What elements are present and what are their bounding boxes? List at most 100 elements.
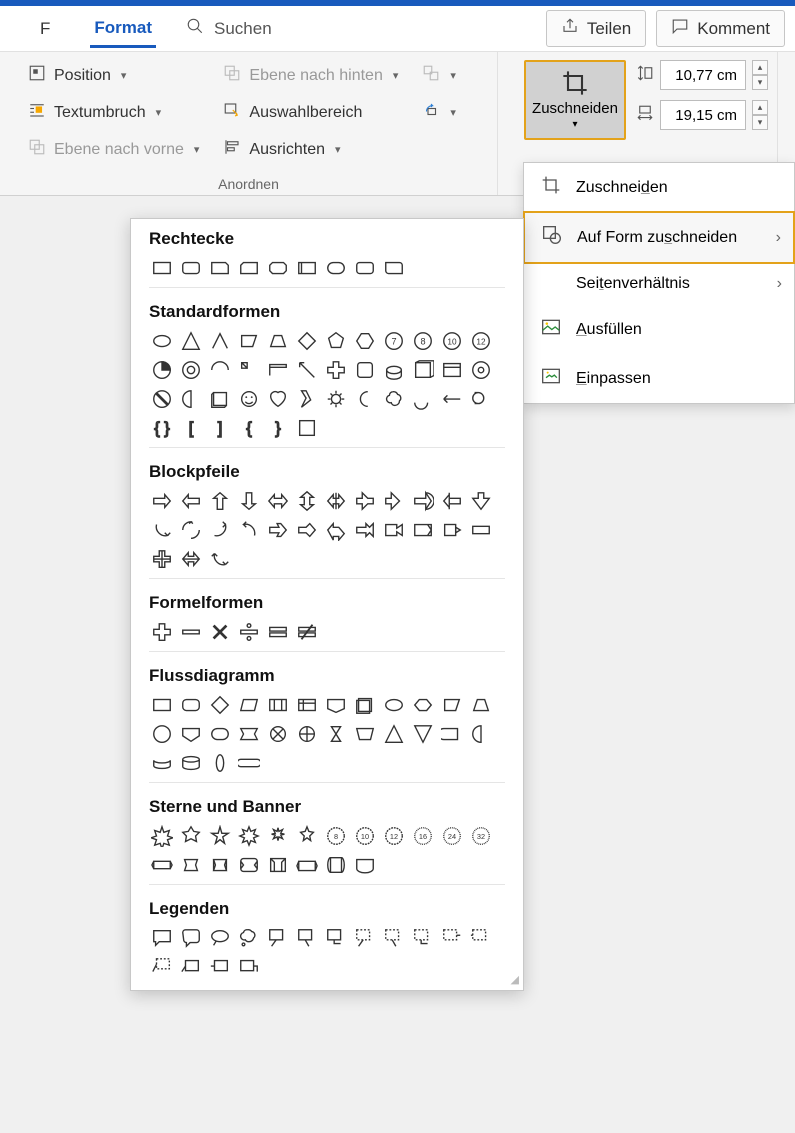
shape-standardformen-4[interactable] xyxy=(265,328,291,354)
shape-legenden-0[interactable] xyxy=(149,925,175,951)
shape-sterne-15[interactable] xyxy=(236,852,262,878)
shape-blockpfeile-18[interactable] xyxy=(323,517,349,543)
shape-flussdiagramm-20[interactable] xyxy=(381,721,407,747)
shape-standardformen-30[interactable] xyxy=(323,386,349,412)
shape-standardformen-36[interactable]: { } xyxy=(149,415,175,441)
shape-standardformen-32[interactable] xyxy=(381,386,407,412)
shape-blockpfeile-19[interactable] xyxy=(352,517,378,543)
shape-standardformen-23[interactable] xyxy=(468,357,494,383)
height-input[interactable] xyxy=(660,60,746,90)
shape-legenden-14[interactable] xyxy=(207,954,233,980)
shape-flussdiagramm-7[interactable] xyxy=(352,692,378,718)
shape-formelformen-2[interactable] xyxy=(207,619,233,645)
shape-sterne-10[interactable]: 24 xyxy=(439,823,465,849)
shape-rechtecke-4[interactable] xyxy=(265,255,291,281)
shape-sterne-14[interactable] xyxy=(207,852,233,878)
shape-legenden-3[interactable] xyxy=(236,925,262,951)
shape-standardformen-22[interactable] xyxy=(439,357,465,383)
shape-blockpfeile-15[interactable] xyxy=(236,517,262,543)
shape-blockpfeile-20[interactable] xyxy=(381,517,407,543)
shape-standardformen-2[interactable] xyxy=(207,328,233,354)
shape-flussdiagramm-10[interactable] xyxy=(439,692,465,718)
shape-standardformen-0[interactable] xyxy=(149,328,175,354)
shape-flussdiagramm-1[interactable] xyxy=(178,692,204,718)
width-box[interactable]: ▴▾ xyxy=(636,100,768,130)
shape-legenden-7[interactable] xyxy=(352,925,378,951)
shape-flussdiagramm-27[interactable] xyxy=(236,750,262,776)
shape-blockpfeile-6[interactable] xyxy=(323,488,349,514)
shape-blockpfeile-0[interactable] xyxy=(149,488,175,514)
rotate-button[interactable]: ▾ xyxy=(420,97,458,128)
shape-flussdiagramm-5[interactable] xyxy=(294,692,320,718)
shape-standardformen-29[interactable] xyxy=(294,386,320,412)
shape-blockpfeile-3[interactable] xyxy=(236,488,262,514)
shape-standardformen-28[interactable] xyxy=(265,386,291,412)
shape-blockpfeile-7[interactable] xyxy=(352,488,378,514)
shape-rechtecke-3[interactable] xyxy=(236,255,262,281)
shape-standardformen-17[interactable] xyxy=(294,357,320,383)
shape-flussdiagramm-3[interactable] xyxy=(236,692,262,718)
width-input[interactable] xyxy=(660,100,746,130)
shape-flussdiagramm-6[interactable] xyxy=(323,692,349,718)
shape-legenden-15[interactable] xyxy=(236,954,262,980)
shape-blockpfeile-5[interactable] xyxy=(294,488,320,514)
shape-blockpfeile-1[interactable] xyxy=(178,488,204,514)
shape-flussdiagramm-16[interactable] xyxy=(265,721,291,747)
shape-rechtecke-7[interactable] xyxy=(352,255,378,281)
shape-standardformen-33[interactable] xyxy=(410,386,436,412)
shape-standardformen-7[interactable] xyxy=(352,328,378,354)
shape-sterne-8[interactable]: 12 xyxy=(381,823,407,849)
crop-split-button[interactable]: Zuschneiden ▾ xyxy=(524,60,626,140)
shape-sterne-1[interactable] xyxy=(178,823,204,849)
shape-flussdiagramm-21[interactable] xyxy=(410,721,436,747)
shape-standardformen-11[interactable]: 12 xyxy=(468,328,494,354)
shape-blockpfeile-10[interactable] xyxy=(439,488,465,514)
shape-legenden-4[interactable] xyxy=(265,925,291,951)
height-up[interactable]: ▴ xyxy=(752,60,768,75)
shape-sterne-18[interactable] xyxy=(323,852,349,878)
shape-standardformen-38[interactable]: ] xyxy=(207,415,233,441)
shape-standardformen-31[interactable] xyxy=(352,386,378,412)
shape-standardformen-26[interactable] xyxy=(207,386,233,412)
shape-standardformen-16[interactable] xyxy=(265,357,291,383)
shape-sterne-12[interactable] xyxy=(149,852,175,878)
shape-rechtecke-1[interactable] xyxy=(178,255,204,281)
textwrap-button[interactable]: Textumbruch▾ xyxy=(26,97,201,128)
shape-sterne-7[interactable]: 10 xyxy=(352,823,378,849)
shape-standardformen-6[interactable] xyxy=(323,328,349,354)
menu-aspect-ratio[interactable]: Seitenverhältnis › xyxy=(524,263,794,305)
shape-sterne-4[interactable] xyxy=(265,823,291,849)
shape-blockpfeile-23[interactable] xyxy=(468,517,494,543)
share-button[interactable]: Teilen xyxy=(546,10,646,47)
shape-sterne-9[interactable]: 16 xyxy=(410,823,436,849)
shape-standardformen-8[interactable]: 7 xyxy=(381,328,407,354)
shape-flussdiagramm-9[interactable] xyxy=(410,692,436,718)
shape-standardformen-35[interactable] xyxy=(468,386,494,412)
resize-grip[interactable]: ◢ xyxy=(511,973,519,986)
shape-standardformen-12[interactable] xyxy=(149,357,175,383)
shape-flussdiagramm-11[interactable] xyxy=(468,692,494,718)
comments-button[interactable]: Komment xyxy=(656,10,785,47)
shape-flussdiagramm-19[interactable] xyxy=(352,721,378,747)
width-up[interactable]: ▴ xyxy=(752,100,768,115)
shape-formelformen-3[interactable] xyxy=(236,619,262,645)
shape-standardformen-19[interactable] xyxy=(352,357,378,383)
position-button[interactable]: Position▾ xyxy=(26,60,201,91)
shape-flussdiagramm-8[interactable] xyxy=(381,692,407,718)
width-down[interactable]: ▾ xyxy=(752,115,768,130)
shape-standardformen-40[interactable]: } xyxy=(265,415,291,441)
shape-sterne-11[interactable]: 32 xyxy=(468,823,494,849)
shape-standardformen-34[interactable] xyxy=(439,386,465,412)
shape-sterne-19[interactable] xyxy=(352,852,378,878)
shape-sterne-17[interactable] xyxy=(294,852,320,878)
shape-blockpfeile-11[interactable] xyxy=(468,488,494,514)
shape-legenden-2[interactable] xyxy=(207,925,233,951)
shape-rechtecke-6[interactable] xyxy=(323,255,349,281)
shape-sterne-13[interactable] xyxy=(178,852,204,878)
shape-legenden-1[interactable] xyxy=(178,925,204,951)
shape-standardformen-20[interactable] xyxy=(381,357,407,383)
shape-standardformen-27[interactable] xyxy=(236,386,262,412)
shape-flussdiagramm-17[interactable] xyxy=(294,721,320,747)
shape-sterne-5[interactable] xyxy=(294,823,320,849)
shape-blockpfeile-17[interactable] xyxy=(294,517,320,543)
